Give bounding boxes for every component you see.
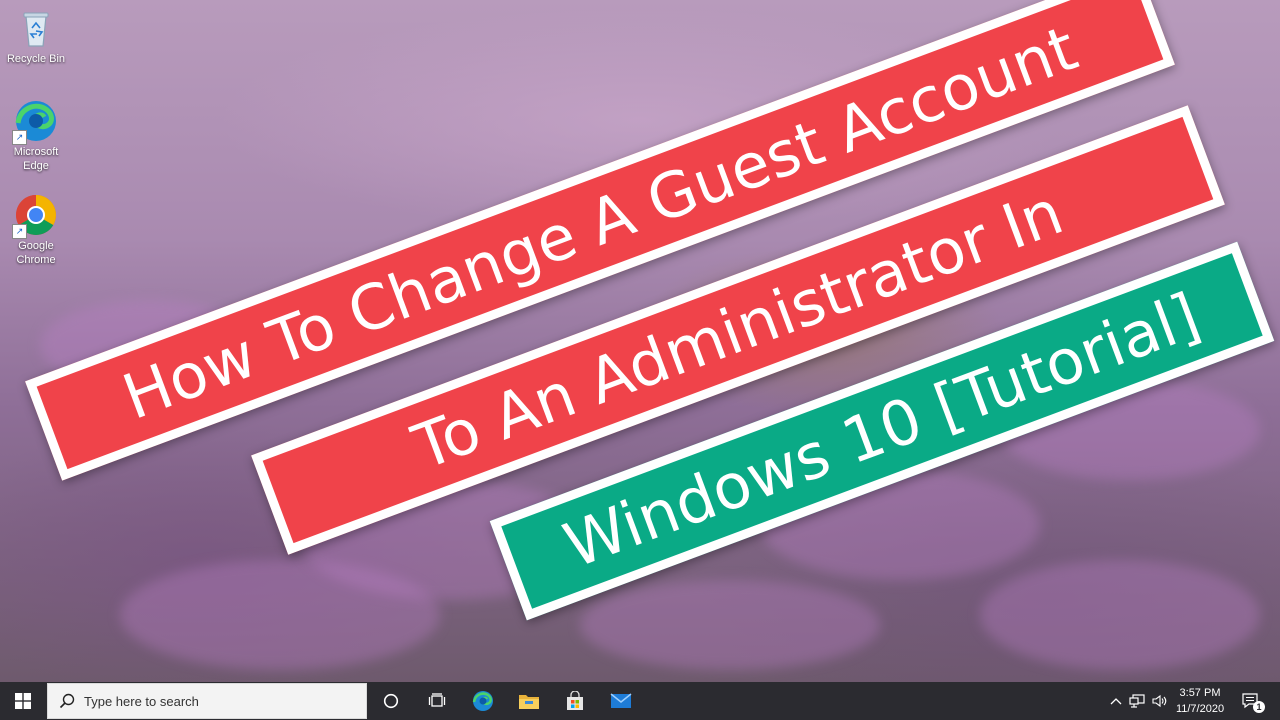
edge-icon	[472, 691, 493, 711]
volume-icon	[1152, 694, 1167, 708]
search-input[interactable]	[84, 693, 344, 709]
microsoft-store-icon	[567, 691, 583, 710]
chevron-up-icon	[1110, 698, 1122, 705]
desktop-icon-chrome[interactable]: ↗ Google Chrome	[0, 193, 72, 267]
taskbar-file-explorer-button[interactable]	[506, 682, 552, 720]
network-button[interactable]	[1127, 682, 1147, 720]
action-center-button[interactable]: 1	[1236, 682, 1266, 720]
clock-date: 11/7/2020	[1175, 703, 1225, 715]
desktop-icon-label: Recycle Bin	[6, 53, 66, 65]
taskbar-store-button[interactable]	[552, 682, 598, 720]
desktop-icon-edge[interactable]: ↗ Microsoft Edge	[0, 99, 72, 173]
desktop-icon-label: Microsoft Edge	[13, 146, 59, 172]
task-view-icon	[428, 693, 446, 707]
task-view-button[interactable]	[414, 682, 460, 720]
notification-count-badge: 1	[1253, 701, 1265, 713]
start-button[interactable]	[0, 682, 46, 720]
taskbar-clock[interactable]: 3:57 PM 11/7/2020	[1168, 685, 1232, 717]
network-icon	[1129, 694, 1145, 708]
show-hidden-icons-button[interactable]	[1106, 682, 1126, 720]
search-icon	[59, 693, 75, 709]
volume-button[interactable]	[1150, 682, 1170, 720]
file-explorer-icon	[519, 695, 539, 709]
cortana-icon	[383, 693, 399, 709]
shortcut-arrow-icon: ↗	[12, 130, 27, 145]
shortcut-arrow-icon: ↗	[12, 224, 27, 239]
windows-logo-icon	[15, 693, 31, 709]
taskbar: 3:57 PM 11/7/2020 1	[0, 682, 1280, 720]
clock-time: 3:57 PM	[1179, 687, 1221, 699]
edge-icon: ↗	[12, 99, 58, 145]
recycle-bin-icon	[14, 6, 58, 50]
taskbar-edge-button[interactable]	[460, 682, 506, 720]
desktop-icon-label: Google Chrome	[16, 240, 56, 266]
cortana-button[interactable]	[368, 682, 414, 720]
mail-icon	[610, 693, 632, 708]
desktop-icon-recycle-bin[interactable]: Recycle Bin	[0, 6, 72, 66]
taskbar-search-box[interactable]	[47, 683, 367, 719]
chrome-icon: ↗	[12, 193, 58, 239]
taskbar-mail-button[interactable]	[598, 682, 644, 720]
